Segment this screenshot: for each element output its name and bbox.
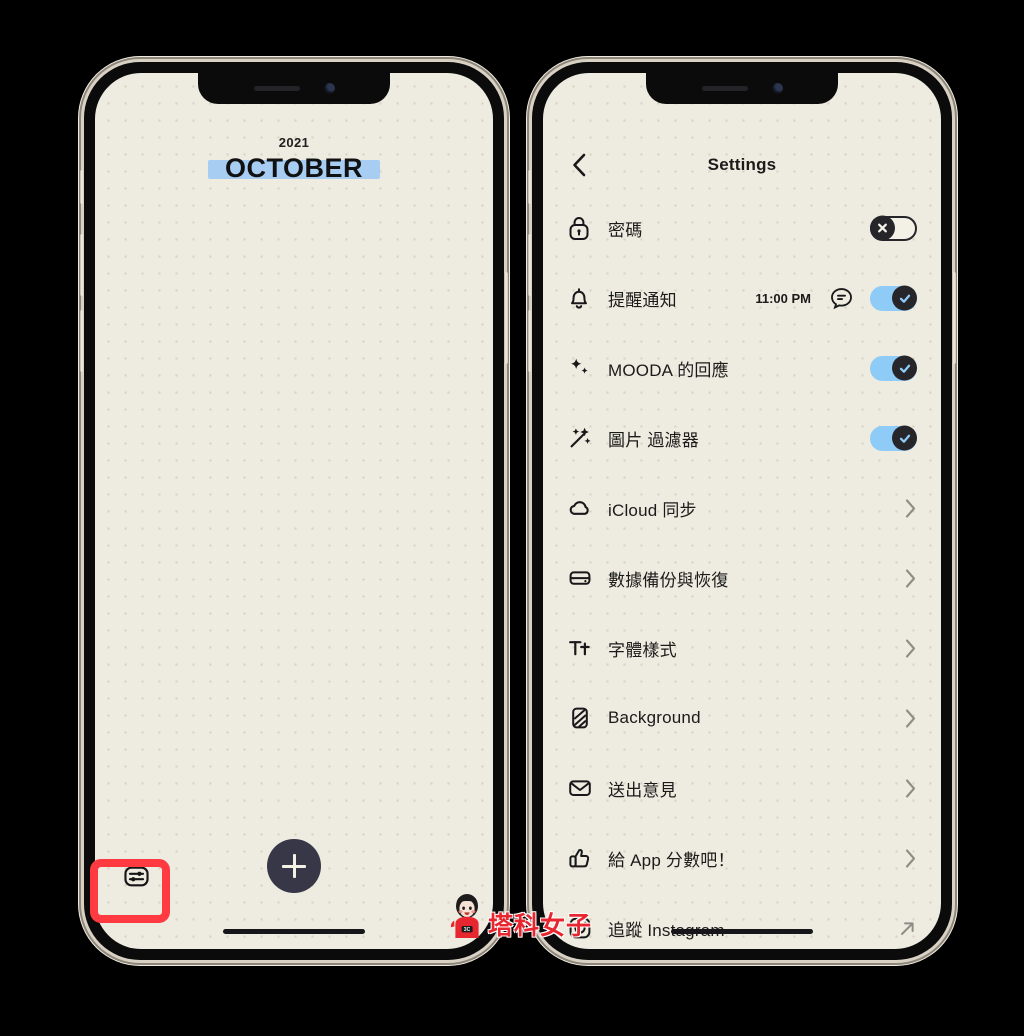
add-entry-button[interactable]: [267, 839, 321, 893]
volume-up-2[interactable]: [528, 234, 532, 296]
photo-filter-toggle[interactable]: [870, 425, 917, 451]
settings-row-photo-filter[interactable]: 圖片 過濾器: [543, 403, 941, 473]
settings-row-reminder[interactable]: 提醒通知 11:00 PM: [543, 263, 941, 333]
settings-row-label: 數據備份與恢復: [608, 570, 729, 590]
check-icon: [899, 364, 910, 373]
drive-icon: [567, 565, 597, 591]
settings-row-send-feedback[interactable]: 送出意見: [543, 753, 941, 823]
settings-row-label: iCloud 同步: [608, 500, 697, 520]
reminder-time[interactable]: 11:00 PM: [755, 291, 811, 306]
screenshot-canvas: 2021 OCTOBER Settings 密碼 提醒通知 11:00 PM M…: [0, 0, 1024, 1036]
phone-mockup-calendar: 2021 OCTOBER: [80, 62, 508, 960]
front-camera-2: [771, 83, 783, 94]
settings-row-rate-app[interactable]: 給 App 分數吧！: [543, 823, 941, 893]
calendar-month-wrap[interactable]: OCTOBER: [207, 153, 380, 184]
notch: [198, 73, 390, 104]
settings-row-label: 提醒通知: [608, 290, 677, 310]
settings-row-label: 字體樣式: [608, 640, 677, 660]
settings-row-label: 追蹤 Instagram: [608, 920, 725, 940]
settings-row-password[interactable]: 密碼: [543, 193, 941, 263]
chevron-left-icon: [572, 153, 585, 177]
password-toggle[interactable]: [870, 215, 917, 241]
settings-row-label: 圖片 過濾器: [608, 430, 699, 450]
reminder-toggle[interactable]: [870, 285, 917, 311]
mail-icon: [567, 775, 597, 801]
volume-down[interactable]: [80, 310, 84, 372]
speech-bubble-icon[interactable]: [829, 286, 854, 311]
calendar-header: 2021 OCTOBER: [95, 135, 493, 184]
bell-icon: [567, 285, 597, 311]
calendar-month: OCTOBER: [224, 153, 363, 183]
back-button[interactable]: [565, 151, 593, 179]
sliders-icon: [123, 866, 149, 886]
toggle-knob: [892, 355, 917, 381]
calendar-year: 2021: [278, 135, 310, 150]
thumbs-up-icon: [567, 845, 597, 871]
phone-mockup-settings: Settings 密碼 提醒通知 11:00 PM MOODA 的回應 圖片 過…: [528, 62, 956, 960]
settings-screen: Settings 密碼 提醒通知 11:00 PM MOODA 的回應 圖片 過…: [543, 73, 941, 949]
text-style-icon: [567, 635, 597, 661]
watermark-avatar: 3C: [450, 894, 479, 938]
sparkles-icon: [567, 355, 597, 381]
toggle-knob: [892, 425, 917, 451]
page-title: Settings: [707, 155, 777, 174]
settings-row-label: 給 App 分數吧！: [608, 850, 735, 870]
calendar-screen: 2021 OCTOBER: [95, 73, 493, 949]
navigation-bar: Settings: [543, 145, 941, 185]
settings-row-backup-restore[interactable]: 數據備份與恢復: [543, 543, 941, 613]
settings-row-mooda-reply[interactable]: MOODA 的回應: [543, 333, 941, 403]
chevron-right-icon: [904, 848, 917, 869]
settings-row-label: 密碼: [608, 220, 643, 240]
settings-row-label: MOODA 的回應: [608, 360, 729, 380]
speaker-grille: [253, 86, 300, 91]
lock-icon: [567, 215, 597, 241]
chevron-right-icon: [904, 498, 917, 519]
background-icon: [567, 705, 597, 731]
mooda-reply-toggle[interactable]: [870, 355, 917, 381]
mute-switch[interactable]: [80, 170, 84, 204]
chevron-right-icon: [904, 778, 917, 799]
plus-icon: [282, 854, 306, 878]
settings-list: 密碼 提醒通知 11:00 PM MOODA 的回應 圖片 過濾器 iCloud…: [543, 193, 941, 949]
chevron-right-icon: [904, 568, 917, 589]
settings-row-icloud-sync[interactable]: iCloud 同步: [543, 473, 941, 543]
watermark-text: 塔科女子: [488, 912, 593, 940]
toggle-knob: [892, 285, 917, 311]
settings-row-label: Background: [608, 708, 701, 727]
check-icon: [899, 294, 910, 303]
x-icon: [878, 223, 887, 233]
notch-2: [646, 73, 838, 104]
volume-down-2[interactable]: [528, 310, 532, 372]
speaker-grille-2: [701, 86, 748, 91]
settings-button[interactable]: [121, 861, 151, 891]
chevron-right-icon: [904, 708, 917, 729]
magic-wand-icon: [567, 425, 597, 451]
cloud-icon: [567, 495, 597, 521]
chevron-right-icon: [904, 638, 917, 659]
check-icon: [899, 434, 910, 443]
home-indicator-2[interactable]: [671, 929, 813, 934]
settings-row-label: 送出意見: [608, 780, 677, 800]
home-indicator[interactable]: [223, 929, 365, 934]
settings-row-font-style[interactable]: 字體樣式: [543, 613, 941, 683]
external-link-icon: [898, 919, 917, 938]
power-button[interactable]: [504, 272, 508, 364]
mute-switch-2[interactable]: [528, 170, 532, 204]
settings-row-background[interactable]: Background: [543, 683, 941, 753]
settings-row-follow-instagram[interactable]: 追蹤 Instagram: [543, 893, 941, 949]
toggle-knob: [870, 215, 895, 241]
volume-up[interactable]: [80, 234, 84, 296]
front-camera: [323, 83, 335, 94]
watermark: 3C 塔科女子: [448, 893, 592, 939]
power-button-2[interactable]: [952, 272, 956, 364]
svg-text:3C: 3C: [464, 927, 471, 933]
